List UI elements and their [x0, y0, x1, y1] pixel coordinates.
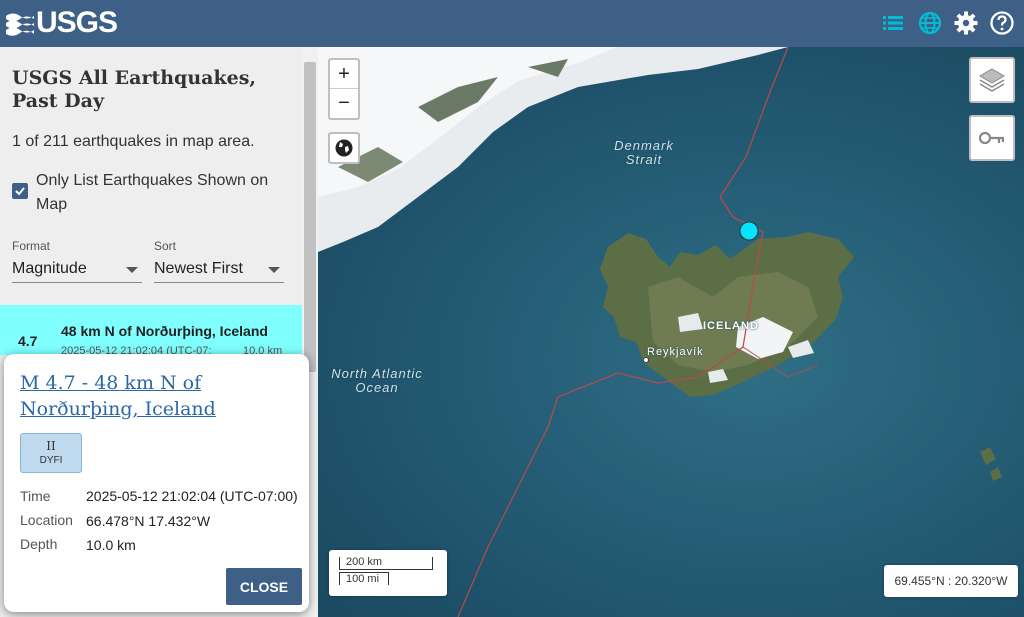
cursor-coordinates: 69.455°N : 20.320°W — [884, 565, 1018, 597]
logo-text: USGS — [36, 6, 118, 39]
checkbox-checked-icon[interactable] — [12, 183, 28, 199]
globe-icon — [335, 139, 353, 157]
dropdown-arrow-icon — [268, 267, 280, 273]
key-icon — [978, 131, 1005, 145]
list-item[interactable]: 4.7 48 km N of Norðurþing, Iceland 2025-… — [0, 305, 302, 357]
dyfi-label: DYFI — [39, 455, 63, 466]
sort-value: Newest First — [154, 260, 243, 277]
format-label: Format — [12, 239, 51, 253]
sort-label: Sort — [154, 239, 177, 253]
layers-button[interactable] — [969, 57, 1015, 103]
label-denmark-strait: Denmark Strait — [614, 138, 674, 167]
map-scale: 200 km 100 mi — [329, 550, 447, 596]
dyfi-badge[interactable]: II DYFI — [20, 433, 82, 473]
depth-label: Depth — [20, 536, 58, 552]
sidebar-scrollbar-thumb[interactable] — [304, 62, 316, 372]
earthquake-count: 1 of 211 earthquakes in map area. — [12, 133, 255, 150]
time-label: Time — [20, 488, 51, 504]
only-list-label: Only List Earthquakes Shown on Map — [36, 172, 269, 213]
globe-icon[interactable] — [917, 10, 943, 36]
feed-title: USGS All Earthquakes, Past Day — [12, 67, 257, 112]
map-basemap — [318, 47, 1002, 617]
only-list-checkbox[interactable]: Only List Earthquakes Shown on Map — [12, 169, 276, 217]
list-icon[interactable] — [880, 10, 906, 36]
gear-icon[interactable] — [953, 10, 979, 36]
label-north-atlantic: North Atlantic Ocean — [331, 366, 423, 395]
earthquake-marker[interactable] — [739, 221, 759, 241]
help-icon[interactable] — [989, 10, 1015, 36]
world-view-button[interactable] — [328, 132, 360, 164]
time-value: 2025-05-12 21:02:04 (UTC-07:00) — [86, 488, 298, 504]
dyfi-intensity: II — [46, 439, 56, 453]
format-value: Magnitude — [12, 260, 87, 277]
legend-button[interactable] — [969, 115, 1015, 161]
zoom-control: + − — [328, 58, 360, 120]
app-header: USGS — [0, 0, 1024, 47]
format-select[interactable]: Magnitude — [12, 255, 142, 283]
location-value: 66.478°N 17.432°W — [86, 513, 211, 529]
list-item-magnitude: 4.7 — [18, 333, 38, 349]
list-item-place: 48 km N of Norðurþing, Iceland — [61, 323, 268, 339]
zoom-in-button[interactable]: + — [330, 60, 358, 89]
dropdown-arrow-icon — [126, 267, 138, 273]
usgs-logo[interactable]: USGS — [6, 6, 118, 40]
scale-km: 200 km — [339, 557, 433, 570]
usgs-waves-icon — [6, 13, 34, 36]
depth-value: 10.0 km — [86, 537, 136, 553]
close-button[interactable]: CLOSE — [226, 568, 302, 605]
label-reykjavik: Reykjavík — [647, 346, 704, 358]
scale-mi: 100 mi — [339, 572, 389, 585]
zoom-out-button[interactable]: − — [330, 89, 358, 118]
sort-select[interactable]: Newest First — [154, 255, 284, 283]
earthquake-popup: M 4.7 - 48 km N of Norðurþing, Iceland I… — [4, 354, 309, 612]
label-iceland: ICELAND — [703, 320, 759, 332]
layers-icon — [979, 68, 1005, 92]
popup-title-link[interactable]: M 4.7 - 48 km N of Norðurþing, Iceland — [20, 370, 290, 422]
map-view[interactable]: Denmark Strait ICELAND Reykjavík North A… — [318, 47, 1024, 617]
location-label: Location — [20, 512, 73, 528]
